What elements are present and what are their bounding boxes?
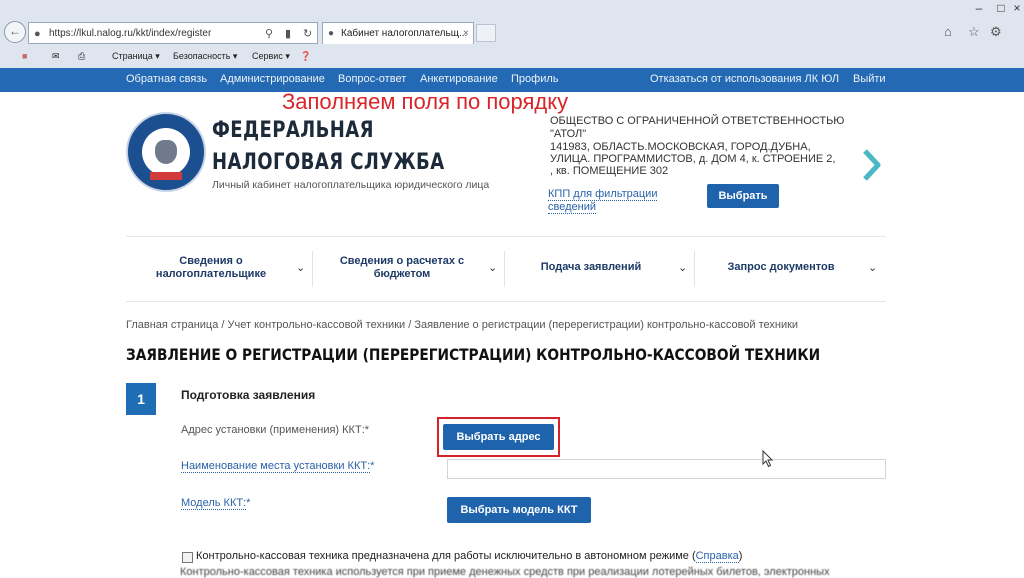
menu-label: Подача заявлений xyxy=(540,261,642,273)
org-address-line: , кв. ПОМЕЩЕНИЕ 302 xyxy=(550,165,669,177)
mouse-cursor-icon xyxy=(762,450,774,468)
tab-title: Кабинет налогоплательщ... xyxy=(341,28,468,39)
fns-subtitle: Личный кабинет налогоплательщика юридиче… xyxy=(212,179,490,191)
nav-admin[interactable]: Администрирование xyxy=(220,73,325,85)
help-icon[interactable]: ❓ xyxy=(300,51,311,62)
checkbox-text-close: ) xyxy=(738,550,743,562)
org-address-line: УЛИЦА. ПРОГРАММИСТОВ, д. ДОМ 4, к. СТРОЕ… xyxy=(550,153,836,165)
choose-model-button[interactable]: Выбрать модель ККТ xyxy=(447,497,591,523)
chevron-down-icon: ⌄ xyxy=(296,262,306,274)
required-mark: * xyxy=(364,424,370,436)
close-window-button[interactable]: × xyxy=(1010,0,1024,18)
mail-icon[interactable]: ✉ xyxy=(52,51,60,62)
minimize-button[interactable]: – xyxy=(968,0,990,18)
command-security[interactable]: Безопасность ▾ xyxy=(173,51,237,62)
chevron-right-icon[interactable] xyxy=(860,148,882,182)
refresh-icon[interactable]: ↻ xyxy=(303,23,312,45)
fns-logo xyxy=(126,112,206,192)
chevron-down-icon: ⌄ xyxy=(678,262,688,274)
command-tools[interactable]: Сервис ▾ xyxy=(252,51,290,62)
rss-icon[interactable]: ■ xyxy=(22,51,27,61)
required-mark: * xyxy=(246,497,251,509)
nav-faq[interactable]: Вопрос-ответ xyxy=(338,73,406,85)
kpp-link-line1[interactable]: КПП для фильтрации xyxy=(548,188,658,201)
nav-feedback[interactable]: Обратная связь xyxy=(126,73,207,85)
kpp-link-line2[interactable]: сведений xyxy=(548,201,596,214)
nav-logout[interactable]: Выйти xyxy=(853,73,886,85)
address-label: Адрес установки (применения) ККТ:* xyxy=(181,424,369,436)
choose-kpp-button[interactable]: Выбрать xyxy=(707,184,779,208)
command-bar: ■ ✉ ⎙ Страница ▾ Безопасность ▾ Сервис ▾… xyxy=(0,47,1024,67)
menu-label: Запрос документов xyxy=(727,261,835,273)
chevron-down-icon: ⌄ xyxy=(868,262,878,274)
settings-gear-icon[interactable]: ⚙ xyxy=(990,24,1002,40)
tab-cabinet[interactable]: ● Кабинет налогоплательщ... × xyxy=(322,22,474,44)
menu-budget-settlements[interactable]: Сведения о расчетах с бюджетом ⌄ xyxy=(316,237,506,301)
place-name-input[interactable] xyxy=(447,459,886,479)
org-name-line: "АТОЛ" xyxy=(550,128,587,140)
close-tab-icon[interactable]: × xyxy=(463,23,469,45)
address-label-text: Адрес установки (применения) ККТ: xyxy=(181,424,365,436)
overlay-caption: Заполняем поля по порядку xyxy=(282,89,569,114)
place-label-text: Наименование места установки ККТ: xyxy=(181,460,371,473)
nav-opt-out[interactable]: Отказаться от использования ЛК ЮЛ xyxy=(650,73,839,85)
home-icon[interactable]: ⌂ xyxy=(944,24,952,39)
breadcrumb[interactable]: Главная страница / Учет контрольно-кассо… xyxy=(126,319,798,331)
nav-survey[interactable]: Анкетирование xyxy=(420,73,498,85)
menu-request-documents[interactable]: Запрос документов ⌄ xyxy=(696,237,886,301)
menu-taxpayer-info[interactable]: Сведения о налогоплательщике ⌄ xyxy=(126,237,316,301)
model-label: Модель ККТ:* xyxy=(181,497,251,510)
main-menu: Сведения о налогоплательщике ⌄ Сведения о… xyxy=(126,236,886,302)
chevron-down-icon: ⌄ xyxy=(488,262,498,274)
address-url: https://lkul.nalog.ru/kkt/index/register xyxy=(49,28,212,39)
step-number-badge: 1 xyxy=(126,383,156,415)
lock-icon: ▮ xyxy=(285,28,292,40)
choose-address-button[interactable]: Выбрать адрес xyxy=(443,424,554,450)
autonomous-mode-checkbox[interactable] xyxy=(182,552,193,563)
command-page[interactable]: Страница ▾ xyxy=(112,51,160,62)
page-title: ЗАЯВЛЕНИЕ О РЕГИСТРАЦИИ (ПЕРЕРЕГИСТРАЦИИ… xyxy=(126,345,821,364)
maximize-button[interactable]: □ xyxy=(990,0,1012,18)
menu-label-line2: налогоплательщике xyxy=(155,268,267,280)
browser-chrome: ← ● https://lkul.nalog.ru/kkt/index/regi… xyxy=(0,0,1024,69)
tab-favicon: ● xyxy=(328,28,335,39)
fns-title-line1: ФЕДЕРАЛЬНАЯ xyxy=(212,118,374,143)
model-label-text: Модель ККТ: xyxy=(181,497,247,510)
print-icon[interactable]: ⎙ xyxy=(78,51,85,62)
nav-profile[interactable]: Профиль xyxy=(511,73,559,85)
back-button[interactable]: ← xyxy=(4,21,26,43)
new-tab-button[interactable] xyxy=(476,24,496,42)
menu-submit-applications[interactable]: Подача заявлений ⌄ xyxy=(506,237,696,301)
address-bar[interactable]: ● https://lkul.nalog.ru/kkt/index/regist… xyxy=(28,22,318,44)
checkbox-text: Контрольно-кассовая техника предназначен… xyxy=(196,550,696,562)
step-title: Подготовка заявления xyxy=(181,388,316,402)
required-mark: * xyxy=(370,460,375,472)
help-link[interactable]: Справка xyxy=(695,550,739,563)
org-address-line: 141983, ОБЛАСТЬ.МОСКОВСКАЯ, ГОРОД.ДУБНА, xyxy=(550,141,811,153)
menu-label-line2: бюджетом xyxy=(373,268,431,280)
menu-label-line1: Сведения о расчетах с xyxy=(339,255,465,267)
search-icon[interactable]: ⚲ xyxy=(265,23,273,45)
fns-title-line2: НАЛОГОВАЯ СЛУЖБА xyxy=(212,150,445,175)
globe-icon: ● xyxy=(34,28,41,40)
menu-label-line1: Сведения о xyxy=(179,255,243,267)
kpp-filter-link[interactable]: КПП для фильтрации сведений xyxy=(548,188,658,214)
place-label: Наименование места установки ККТ:* xyxy=(181,460,375,473)
org-name-line: ОБЩЕСТВО С ОГРАНИЧЕННОЙ ОТВЕТСТВЕННОСТЬЮ xyxy=(550,115,845,127)
lottery-checkbox-label: Контрольно-кассовая техника используется… xyxy=(180,566,830,578)
autonomous-mode-label: Контрольно-кассовая техника предназначен… xyxy=(196,550,743,563)
favorites-icon[interactable]: ☆ xyxy=(968,24,980,40)
